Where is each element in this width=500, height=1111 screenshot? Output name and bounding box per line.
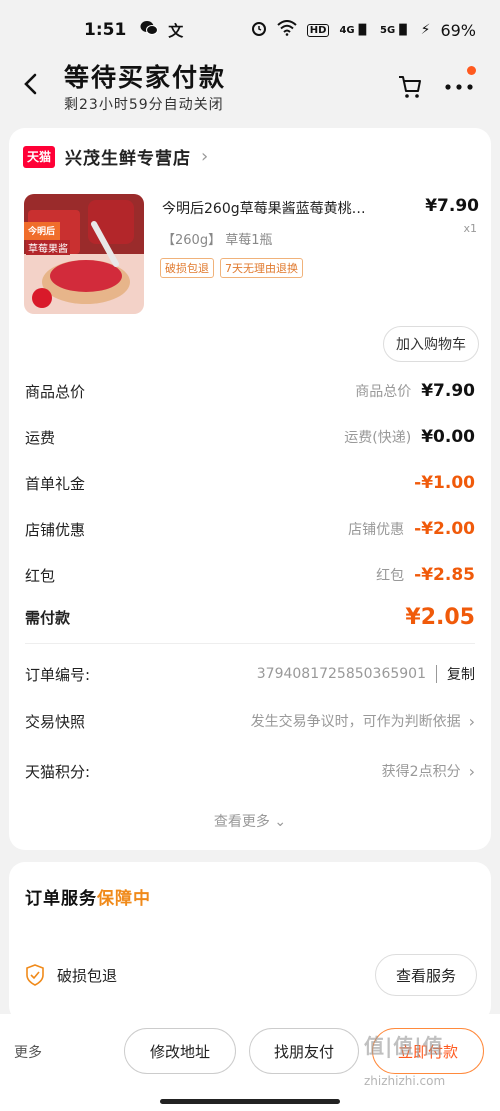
signal-4g: 4G▐▌ bbox=[339, 24, 371, 36]
page-title: 等待买家付款 bbox=[64, 63, 227, 92]
add-to-cart-button[interactable]: 加入购物车 bbox=[383, 326, 479, 362]
status-time: 1:51 bbox=[84, 20, 127, 40]
charging-icon: ⚡ bbox=[420, 22, 431, 38]
back-button[interactable] bbox=[18, 70, 46, 98]
tag-damage-refund: 破损包退 bbox=[160, 258, 214, 278]
hd-badge: HD bbox=[306, 23, 330, 37]
more-button[interactable]: 更多 bbox=[14, 1042, 42, 1062]
page-header: 等待买家付款 剩23小时59分自动关闭 bbox=[0, 52, 500, 124]
home-bar[interactable] bbox=[160, 1099, 340, 1104]
total-amount: ¥2.05 bbox=[405, 604, 475, 630]
tag-7day-return: 7天无理由退换 bbox=[220, 258, 303, 278]
watermark-logo: 值|值|值 bbox=[364, 1034, 444, 1058]
service-item-damage-refund: 破损包退 bbox=[57, 966, 118, 985]
fee-row-first-order-gift: 首单礼金 -¥1.00 bbox=[25, 473, 475, 493]
service-row: 破损包退 查看服务 bbox=[25, 954, 477, 996]
alarm-icon bbox=[251, 20, 267, 40]
shield-check-icon bbox=[26, 964, 44, 986]
see-more-button[interactable]: 查看更多 ⌄ bbox=[9, 811, 491, 831]
status-bar: 1:51 文 HD 4G▐▌ 5G▐▌ ⚡ 69% bbox=[0, 0, 500, 60]
more-dots-icon bbox=[445, 84, 473, 90]
product-title[interactable]: 今明后260g草莓果酱蓝莓黄桃… bbox=[162, 198, 412, 218]
cart-button[interactable] bbox=[396, 72, 424, 100]
order-service-card: 订单服务保障中 破损包退 查看服务 bbox=[9, 862, 491, 1022]
battery-level: 69% bbox=[440, 20, 476, 40]
chevron-right-icon: › bbox=[201, 146, 209, 167]
divider bbox=[25, 643, 475, 644]
fee-row-subtotal: 商品总价 商品总价 ¥7.90 bbox=[25, 381, 475, 401]
shop-row[interactable]: 天猫 兴茂生鲜专营店 › bbox=[23, 144, 208, 169]
modify-address-button[interactable]: 修改地址 bbox=[124, 1028, 236, 1074]
signal-5g: 5G▐▌ bbox=[380, 24, 411, 36]
snapshot-row[interactable]: 交易快照 发生交易争议时，可作为判断依据 › bbox=[25, 706, 475, 736]
service-guard-status: 保障中 bbox=[97, 889, 151, 909]
product-sku: 【260g】 草莓1瓶 bbox=[162, 233, 273, 248]
chevron-right-icon: › bbox=[468, 711, 475, 731]
product-image-brand: 今明后 bbox=[28, 227, 56, 237]
copy-order-number-button[interactable]: 复制 bbox=[447, 664, 475, 684]
watermark-url: zhizhizhi.com bbox=[364, 1074, 446, 1088]
product-image[interactable]: 今明后 草莓果酱 bbox=[24, 194, 144, 314]
cart-icon bbox=[399, 76, 421, 98]
view-service-button[interactable]: 查看服务 bbox=[374, 954, 477, 996]
product-quantity: x1 bbox=[463, 222, 477, 235]
shop-name: 兴茂生鲜专营店 bbox=[65, 149, 191, 169]
points-row[interactable]: 天猫积分: 获得2点积分 › bbox=[25, 756, 475, 786]
product-price: ¥7.90 bbox=[425, 196, 479, 216]
back-arrow-icon bbox=[24, 73, 37, 95]
service-title: 订单服务保障中 bbox=[25, 889, 151, 909]
home-indicator bbox=[0, 1094, 500, 1111]
more-options-button[interactable] bbox=[442, 66, 476, 100]
fee-row-red-packet: 红包 红包 -¥2.85 bbox=[25, 565, 475, 585]
notification-dot bbox=[467, 66, 476, 75]
wechat-icon bbox=[140, 20, 159, 41]
order-number-row: 订单编号: 3794081725850365901 复制 bbox=[25, 664, 475, 684]
wifi-icon bbox=[277, 20, 297, 40]
product-tags: 破损包退 7天无理由退换 bbox=[160, 258, 303, 278]
tmall-logo: 天猫 bbox=[23, 145, 55, 168]
separator bbox=[436, 665, 437, 683]
order-number: 3794081725850365901 bbox=[256, 666, 426, 682]
fee-row-shipping: 运费 运费(快递) ¥0.00 bbox=[25, 427, 475, 447]
fee-row-total: 需付款 ¥2.05 bbox=[25, 604, 475, 630]
text-icon: 文 bbox=[168, 21, 184, 40]
product-image-caption: 草莓果酱 bbox=[26, 240, 70, 255]
chevron-down-icon: ⌄ bbox=[274, 814, 287, 830]
order-card: 天猫 兴茂生鲜专营店 › 今明后 草莓果酱 今明后260g草莓果酱蓝莓黄桃… ¥… bbox=[9, 128, 491, 850]
auto-close-countdown: 剩23小时59分自动关闭 bbox=[64, 97, 224, 113]
chevron-right-icon: › bbox=[468, 761, 475, 781]
find-friend-pay-button[interactable]: 找朋友付 bbox=[249, 1028, 359, 1074]
fee-row-shop-discount: 店铺优惠 店铺优惠 -¥2.00 bbox=[25, 519, 475, 539]
